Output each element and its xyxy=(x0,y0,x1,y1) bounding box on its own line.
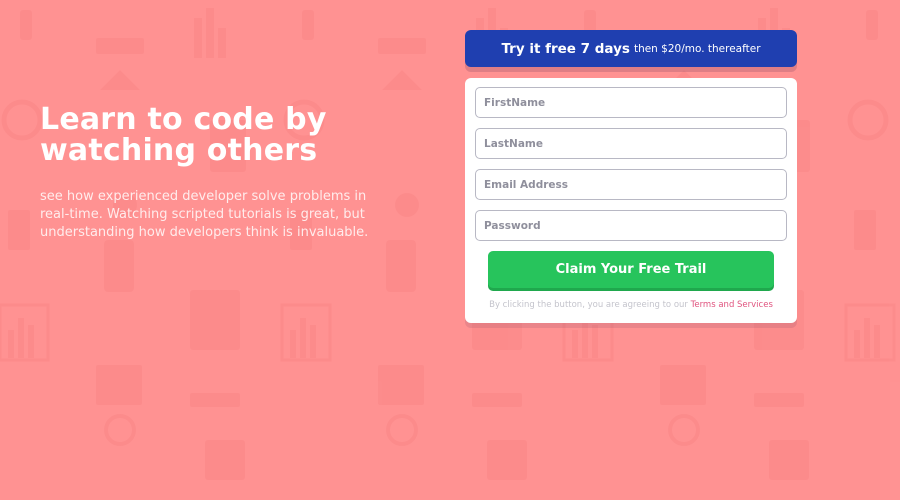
legal-notice: By clicking the button, you are agreeing… xyxy=(475,300,787,310)
claim-free-trial-button[interactable]: Claim Your Free Trail xyxy=(488,251,774,288)
promo-highlight: Try it free 7 days xyxy=(501,40,630,57)
first-name-field[interactable] xyxy=(475,87,787,118)
signup-form: Claim Your Free Trail By clicking the bu… xyxy=(465,78,797,323)
promo-banner: Try it free 7 days then $20/mo. thereaft… xyxy=(465,30,797,67)
password-field[interactable] xyxy=(475,210,787,241)
hero-title: Learn to code by watching others xyxy=(40,102,327,168)
email-field[interactable] xyxy=(475,169,787,200)
hero-description: see how experienced developer solve prob… xyxy=(40,189,369,240)
terms-link[interactable]: Terms and Services xyxy=(691,300,773,310)
promo-price: then $20/mo. thereafter xyxy=(633,42,761,55)
last-name-field[interactable] xyxy=(475,128,787,159)
hero-section: Learn to code by watching others see how… xyxy=(40,104,400,242)
legal-text: By clicking the button, you are agreeing… xyxy=(489,300,688,310)
